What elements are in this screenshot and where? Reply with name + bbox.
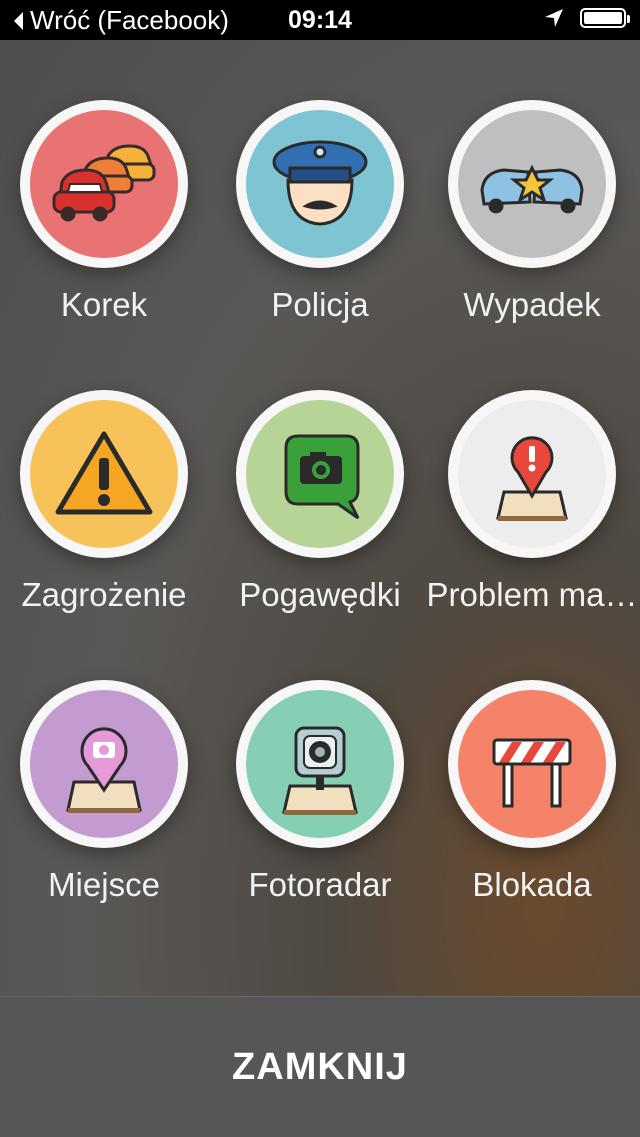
tile-label: Miejsce bbox=[48, 866, 160, 903]
icon-ring bbox=[20, 100, 188, 268]
hazard-icon bbox=[30, 400, 178, 548]
tile-label: Policja bbox=[271, 286, 369, 323]
report-hazard-button[interactable]: Zagrożenie bbox=[0, 390, 210, 650]
close-button[interactable]: ZAMKNIJ bbox=[0, 997, 640, 1137]
closure-icon bbox=[458, 690, 606, 838]
tile-label: Wypadek bbox=[463, 286, 601, 323]
icon-ring bbox=[236, 100, 404, 268]
tile-label: Blokada bbox=[472, 866, 592, 903]
icon-ring bbox=[448, 390, 616, 558]
accident-icon bbox=[458, 110, 606, 258]
icon-ring bbox=[20, 390, 188, 558]
report-speed-camera-button[interactable]: Fotoradar bbox=[214, 680, 426, 940]
tile-label: Korek bbox=[60, 286, 148, 323]
report-closure-button[interactable]: Blokada bbox=[426, 680, 638, 940]
report-police-button[interactable]: Policja bbox=[214, 100, 426, 360]
icon-ring bbox=[448, 680, 616, 848]
icon-ring bbox=[20, 680, 188, 848]
report-place-button[interactable]: Miejsce bbox=[0, 680, 210, 940]
traffic-jam-icon bbox=[30, 110, 178, 258]
bottom-bar: ZAMKNIJ bbox=[0, 996, 640, 1137]
tile-label: Zagrożenie bbox=[21, 576, 187, 613]
report-map-problem-button[interactable]: Problem ma… bbox=[426, 390, 638, 650]
tile-label: Problem ma… bbox=[426, 576, 638, 613]
chit-chat-icon bbox=[246, 400, 394, 548]
tile-label: Pogawędki bbox=[239, 576, 401, 613]
icon-ring bbox=[236, 680, 404, 848]
report-chit-chat-button[interactable]: Pogawędki bbox=[214, 390, 426, 650]
place-icon bbox=[30, 690, 178, 838]
report-accident-button[interactable]: Wypadek bbox=[426, 100, 638, 360]
icon-ring bbox=[448, 100, 616, 268]
map-problem-icon bbox=[458, 400, 606, 548]
report-traffic-button[interactable]: Korek bbox=[0, 100, 210, 360]
tile-label: Fotoradar bbox=[248, 866, 392, 903]
icon-ring bbox=[236, 390, 404, 558]
report-grid: Korek Policja Wypadek Zagrożenie Pogawęd… bbox=[0, 0, 640, 990]
police-icon bbox=[246, 110, 394, 258]
speed-camera-icon bbox=[246, 690, 394, 838]
